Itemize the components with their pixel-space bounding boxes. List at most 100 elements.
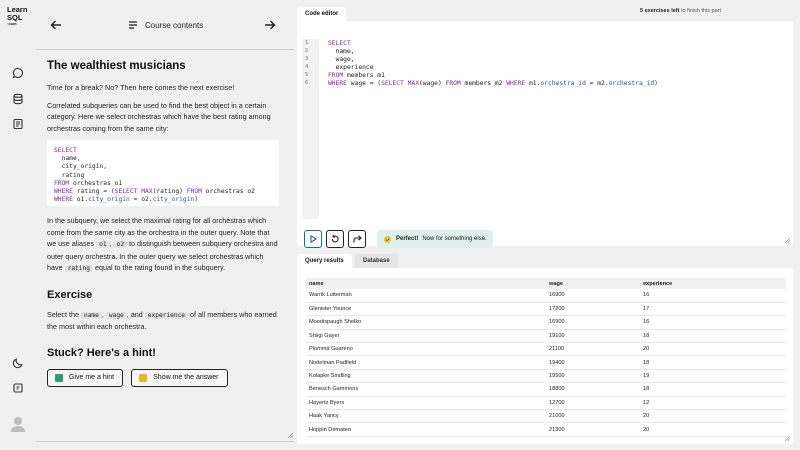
chat-bubble-icon[interactable] <box>12 67 24 79</box>
course-panel: Course contents The wealthiest musicians… <box>36 0 294 450</box>
table-cell: 19400 <box>546 355 640 370</box>
give-hint-label: Give me a hint <box>69 374 115 381</box>
inline-code-name: name <box>80 311 102 319</box>
show-answer-button[interactable]: Show me the answer <box>131 368 228 387</box>
table-cell: 16900 <box>546 289 640 303</box>
answer-check-icon <box>139 373 148 382</box>
table-cell: 17200 <box>546 302 640 317</box>
cheat-sheet-icon[interactable] <box>12 118 24 130</box>
table-cell: Plomma Guareno <box>306 342 546 357</box>
user-avatar[interactable] <box>9 415 27 433</box>
run-button[interactable] <box>304 230 322 248</box>
inline-code-o1: o1 <box>96 241 110 248</box>
table-cell: Warrik Lutterman <box>306 289 546 303</box>
text-segment: , and <box>126 309 145 319</box>
tab-code-editor[interactable]: Code editor <box>297 7 347 22</box>
code-editor[interactable]: 1 2 3 4 5 6 SELECT name, wage, experienc… <box>297 21 793 248</box>
lesson-title: The wealthiest musicians <box>47 60 186 72</box>
table-cell: 19 <box>640 369 786 384</box>
next-exercise-arrow-icon[interactable] <box>263 18 277 32</box>
tab-database[interactable]: Database <box>355 254 398 269</box>
table-cell: 18 <box>640 382 786 397</box>
table-cell: 16900 <box>546 315 640 330</box>
hint-square-icon <box>55 373 63 382</box>
query-results: name wage experience Warrik Lutterman 169… <box>297 268 793 444</box>
results-header-row: name wage experience <box>306 278 786 289</box>
play-icon <box>310 234 318 244</box>
line-numbers: 1 2 3 4 5 6 <box>305 40 309 86</box>
table-cell: Nodelman Padfield <box>306 355 546 370</box>
table-row: Haak Yancy 21000 20 <box>306 409 786 424</box>
table-row: Benesch Gammons 18800 18 <box>306 382 786 397</box>
example-code-block: SELECT name, city_origin, rating FROM or… <box>47 140 279 206</box>
lesson-paragraph-3: In the subquery, we select the maximal r… <box>47 215 279 275</box>
shortcuts-icon[interactable] <box>12 382 24 394</box>
hint-heading: Stuck? Here's a hint! <box>47 346 156 359</box>
dark-mode-moon-icon[interactable] <box>12 357 24 369</box>
database-icon[interactable] <box>12 93 24 105</box>
hint-buttons: Give me a hint Show me the answer <box>47 368 279 387</box>
course-header: Course contents <box>36 0 294 50</box>
text-segment: Select the <box>47 309 81 319</box>
table-cell: 21100 <box>546 342 640 357</box>
table-cell: 20 <box>640 409 786 424</box>
text-segment: , <box>109 239 114 248</box>
table-cell: Hayertz Byers <box>306 396 546 411</box>
table-row: Moodispaugh Shelko 16900 16 <box>306 315 786 330</box>
sql-source[interactable]: SELECT name, wage, experience FROM membe… <box>328 40 658 87</box>
table-cell: 19500 <box>546 369 640 384</box>
menu-lines-icon <box>129 21 137 29</box>
table-row: Nodelman Padfield 19400 18 <box>306 355 786 370</box>
course-contents-label: Course contents <box>145 20 204 30</box>
tab-query-results[interactable]: Query results <box>297 254 352 269</box>
column-header-wage: wage <box>546 278 640 289</box>
inline-code-o2: o2 <box>113 241 128 248</box>
column-header-name: name <box>306 278 546 289</box>
results-resize-icon[interactable] <box>785 436 790 441</box>
exercise-instructions: Select the name, wage, and experience of… <box>47 309 279 333</box>
table-cell: Benesch Gammons <box>306 382 546 397</box>
share-button[interactable] <box>348 230 366 248</box>
table-cell: Glenister Younce <box>306 302 546 317</box>
table-cell: 16 <box>640 315 786 330</box>
table-cell: Hoppin Demateo <box>306 422 546 437</box>
inline-code-experience: experience <box>144 311 189 319</box>
reset-button[interactable] <box>326 230 344 248</box>
table-row: Kolapke Sindling 19500 19 <box>306 369 786 384</box>
icon-rail: Learn SQL ·com <box>0 0 36 450</box>
code-editor-panel: Code editor 1 2 3 4 5 6 SELECT name, wag… <box>297 7 793 248</box>
thumbs-up-hand-icon <box>383 235 392 243</box>
table-row: Hoppin Demateo 21300 20 <box>306 422 786 437</box>
lesson-paragraph-1: Time for a break? No? Then here comes th… <box>47 83 235 92</box>
learnsql-logo[interactable]: Learn SQL ·com <box>7 6 27 26</box>
lesson-body: The wealthiest musicians Time for a brea… <box>47 56 279 387</box>
table-cell: 20 <box>640 342 786 357</box>
feedback-text: Now for something else. <box>422 236 487 242</box>
table-cell: 12 <box>640 396 786 411</box>
previous-exercise-arrow-icon[interactable] <box>49 18 63 32</box>
table-cell: 17 <box>640 302 786 317</box>
table-cell: Kolapke Sindling <box>306 369 546 384</box>
editor-resize-icon[interactable] <box>785 238 790 243</box>
table-cell: 18 <box>640 329 786 344</box>
feedback-strong: Perfect! <box>396 236 419 242</box>
course-divider <box>36 441 294 442</box>
results-body: Warrik Lutterman 16900 16 Glenister Younce 1… <box>306 289 786 437</box>
table-cell: Haak Yancy <box>306 409 546 424</box>
results-table: name wage experience Warrik Lutterman 169… <box>306 278 786 437</box>
give-hint-button[interactable]: Give me a hint <box>47 368 124 387</box>
panel-resize-handle-icon[interactable] <box>288 433 293 438</box>
table-row: Plomma Guareno 21100 20 <box>306 342 786 357</box>
table-cell: 21000 <box>546 409 640 424</box>
editor-toolbar: Perfect! Now for something else. <box>304 230 493 248</box>
table-cell: 18 <box>640 355 786 370</box>
exercise-heading: Exercise <box>47 288 93 301</box>
lesson-paragraph-2: Correlated subqueries can be used to fin… <box>47 100 271 133</box>
table-cell: 18800 <box>546 382 640 397</box>
share-arrow-icon <box>353 235 362 243</box>
results-panel: Query results Database name wage experie… <box>297 254 793 444</box>
table-cell: 21300 <box>546 422 640 437</box>
table-cell: 20 <box>640 422 786 437</box>
course-contents-button[interactable]: Course contents <box>128 20 203 30</box>
inline-code-rating: rating <box>64 265 93 272</box>
